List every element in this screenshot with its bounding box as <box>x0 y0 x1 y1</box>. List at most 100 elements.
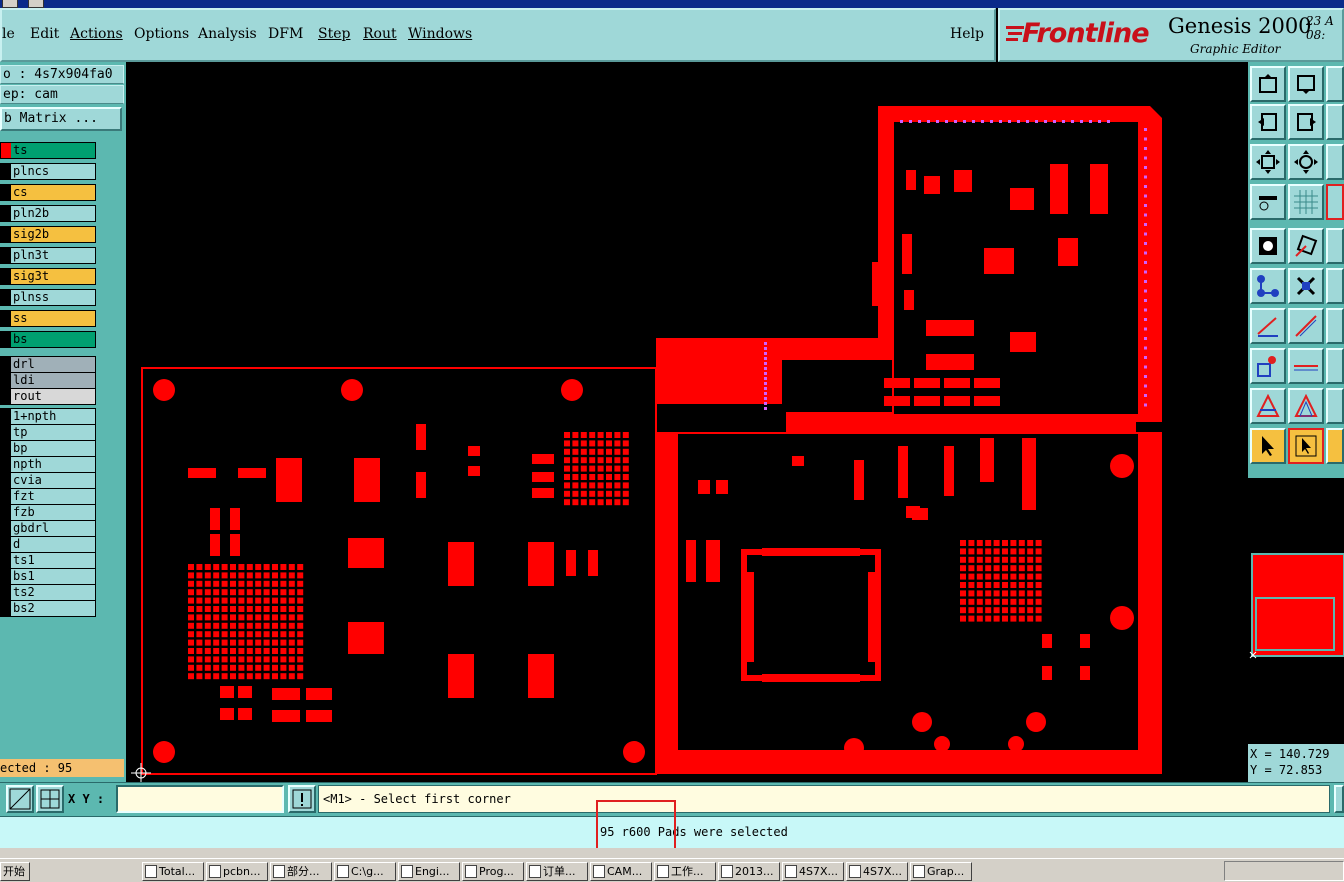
layer-row-ts1[interactable]: ts1 <box>0 552 96 569</box>
split-line-icon[interactable] <box>1288 348 1324 384</box>
delete-tool-icon[interactable] <box>1288 268 1324 304</box>
zoom-fit-icon[interactable] <box>1250 144 1286 180</box>
pan-left-icon[interactable] <box>1250 104 1286 140</box>
select-area-icon[interactable] <box>1288 428 1324 464</box>
layer-swatch[interactable] <box>1 505 11 520</box>
layer-row-sig3t[interactable]: sig3t <box>0 268 96 285</box>
taskbar-button[interactable]: 部分... <box>270 862 332 881</box>
taskbar-button[interactable]: Grap... <box>910 862 972 881</box>
grid-icon[interactable] <box>1288 184 1324 220</box>
graphic-canvas[interactable] <box>126 62 1248 782</box>
layer-row-ldi[interactable]: ldi <box>0 372 96 389</box>
menu-step[interactable]: Step <box>318 26 350 42</box>
system-menu-icon[interactable] <box>2 0 18 8</box>
menu-options[interactable]: Options <box>134 26 189 42</box>
layer-row-rout[interactable]: rout <box>0 388 96 405</box>
layer-row-d[interactable]: d <box>0 536 96 553</box>
ruler-icon[interactable] <box>6 785 34 813</box>
layer-row-plncs[interactable]: plncs <box>0 163 96 180</box>
polygon-tool-icon[interactable] <box>1288 388 1324 424</box>
start-button[interactable]: 开始 <box>0 862 30 881</box>
layer-row-ts[interactable]: ts <box>0 142 96 159</box>
taskbar-button[interactable]: 2013... <box>718 862 780 881</box>
layer-swatch[interactable] <box>1 373 11 388</box>
chevron-down-icon[interactable] <box>28 0 44 8</box>
align-icon[interactable] <box>1326 348 1344 384</box>
layer-swatch[interactable] <box>1 473 11 488</box>
pan-right-icon[interactable] <box>1288 104 1324 140</box>
taskbar-button[interactable]: Prog... <box>462 862 524 881</box>
zoom-in-icon[interactable] <box>1326 144 1344 180</box>
layer-swatch[interactable] <box>1 425 11 440</box>
menu-analysis[interactable]: Analysis <box>198 26 257 42</box>
draw-arc-icon[interactable] <box>1288 308 1324 344</box>
angle-tool-icon[interactable] <box>1326 388 1344 424</box>
taskbar-button[interactable]: pcbn... <box>206 862 268 881</box>
xy-input[interactable] <box>116 785 284 813</box>
triangle-tool-icon[interactable] <box>1250 388 1286 424</box>
layer-swatch[interactable] <box>1 389 11 404</box>
menu-edit[interactable]: Edit <box>30 26 59 42</box>
menu-file[interactable]: le <box>2 26 15 42</box>
layer-row-bp[interactable]: bp <box>0 440 96 457</box>
taskbar-button[interactable]: 工作... <box>654 862 716 881</box>
layer-swatch[interactable] <box>1 441 11 456</box>
zoom-home-icon[interactable] <box>1250 66 1286 102</box>
layer-row-1-npth[interactable]: 1+npth <box>0 408 96 425</box>
layer-swatch[interactable] <box>1 332 11 347</box>
layer-swatch[interactable] <box>1 248 11 263</box>
layer-swatch[interactable] <box>1 185 11 200</box>
layer-row-drl[interactable]: drl <box>0 356 96 373</box>
layer-row-pln3t[interactable]: pln3t <box>0 247 96 264</box>
menu-dfm[interactable]: DFM <box>268 26 303 42</box>
menu-windows[interactable]: Windows <box>408 26 472 42</box>
snap-icon[interactable] <box>1326 184 1344 220</box>
pad-tool-icon[interactable] <box>1250 228 1286 264</box>
layer-row-ss[interactable]: ss <box>0 310 96 327</box>
zoom-center-icon[interactable] <box>1288 144 1324 180</box>
layer-row-fzt[interactable]: fzt <box>0 488 96 505</box>
menu-actions[interactable]: Actions <box>70 26 123 42</box>
taskbar-button[interactable]: CAM... <box>590 862 652 881</box>
overview-map[interactable] <box>1248 476 1344 744</box>
layer-row-plnss[interactable]: plnss <box>0 289 96 306</box>
edit-tool-icon[interactable] <box>1326 308 1344 344</box>
layer-swatch[interactable] <box>1 601 11 616</box>
layer-swatch[interactable] <box>1 489 11 504</box>
layer-row-tp[interactable]: tp <box>0 424 96 441</box>
layer-swatch[interactable] <box>1 585 11 600</box>
taskbar-button[interactable]: Engi... <box>398 862 460 881</box>
layer-swatch[interactable] <box>1 143 11 158</box>
taskbar-button[interactable]: 4S7X... <box>782 862 844 881</box>
taskbar-button[interactable]: Total... <box>142 862 204 881</box>
connect-tool-icon[interactable] <box>1250 268 1286 304</box>
prompt-scroll-button[interactable] <box>1334 785 1344 813</box>
layer-swatch[interactable] <box>1 521 11 536</box>
select-pointer-icon[interactable] <box>1250 428 1286 464</box>
layer-row-cvia[interactable]: cvia <box>0 472 96 489</box>
alert-icon[interactable] <box>288 785 316 813</box>
taskbar-button[interactable]: 4S7X... <box>846 862 908 881</box>
layer-swatch[interactable] <box>1 164 11 179</box>
layer-swatch[interactable] <box>1 269 11 284</box>
taskbar-button[interactable]: 订单... <box>526 862 588 881</box>
layer-swatch[interactable] <box>1 537 11 552</box>
layer-row-gbdrl[interactable]: gbdrl <box>0 520 96 537</box>
layer-swatch[interactable] <box>1 553 11 568</box>
draw-line-icon[interactable] <box>1250 308 1286 344</box>
job-matrix-button[interactable]: b Matrix ... <box>0 107 122 131</box>
layer-row-pln2b[interactable]: pln2b <box>0 205 96 222</box>
move-tool-icon[interactable] <box>1326 268 1344 304</box>
layer-swatch[interactable] <box>1 409 11 424</box>
select-circle-icon[interactable] <box>1326 428 1344 464</box>
layer-swatch[interactable] <box>1 357 11 372</box>
menu-rout[interactable]: Rout <box>363 26 397 42</box>
layer-swatch[interactable] <box>1 311 11 326</box>
zoom-down-icon[interactable] <box>1288 66 1324 102</box>
menu-help[interactable]: Help <box>950 26 984 42</box>
line-tool-icon[interactable] <box>1288 228 1324 264</box>
layer-swatch[interactable] <box>1 290 11 305</box>
layer-swatch[interactable] <box>1 206 11 221</box>
text-tool-icon[interactable] <box>1326 228 1344 264</box>
layer-row-npth[interactable]: npth <box>0 456 96 473</box>
